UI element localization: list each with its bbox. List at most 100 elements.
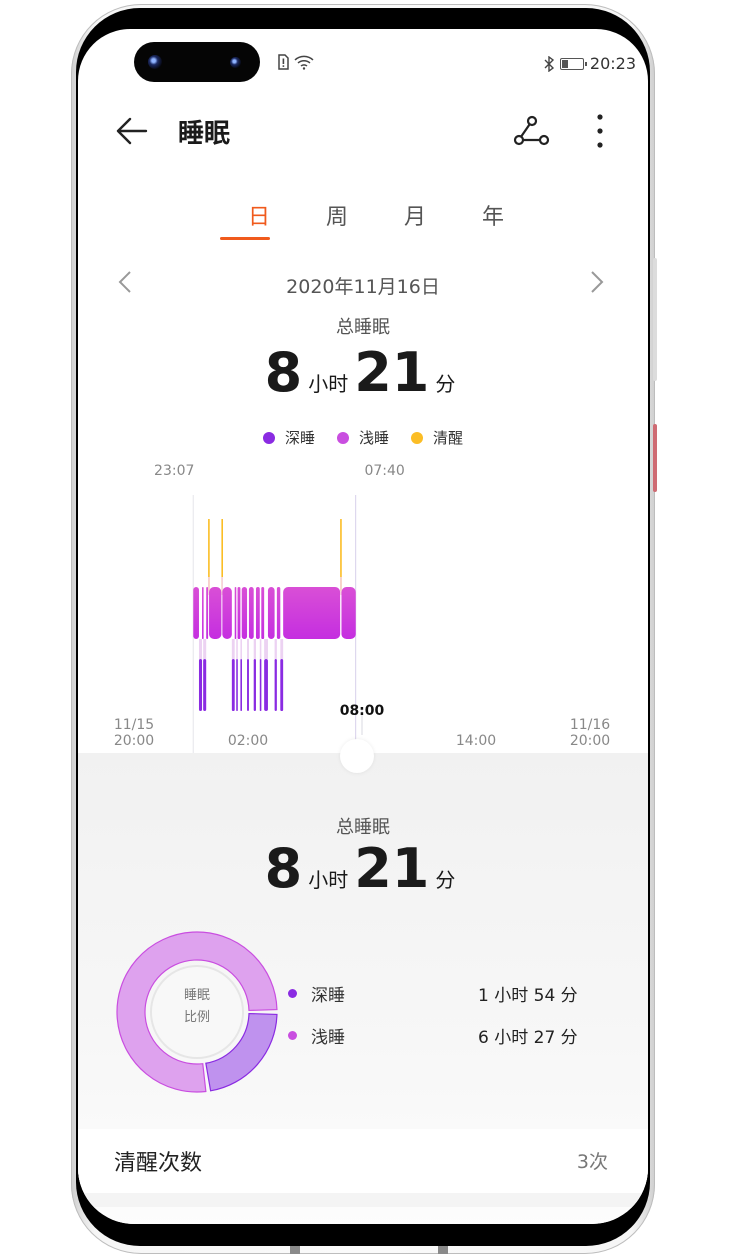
deep-sleep-segment (236, 659, 238, 711)
details-total-label: 总睡眠 (336, 817, 390, 838)
light-sleep-segment (255, 587, 260, 639)
light-sleep-segment (193, 587, 199, 639)
tab-day[interactable]: 日 (220, 199, 298, 240)
legend-awake: 清醒 (411, 427, 463, 448)
chart-legend: 深睡 浅睡 清醒 (78, 427, 648, 448)
deep-sleep-segment (264, 659, 268, 711)
next-date-button[interactable] (588, 269, 606, 302)
hours-unit: 小时 (308, 868, 349, 892)
legend-light: 浅睡 (336, 427, 389, 448)
donut-center-line: 比例 (183, 1010, 210, 1025)
tab-year[interactable]: 年 (454, 199, 532, 231)
ratio-light-value: 6 小时 27 分 (478, 1028, 578, 1048)
light-sleep-segment (283, 587, 341, 639)
legend-dot (411, 431, 423, 444)
deep-sleep-segment (253, 659, 256, 711)
light-sleep-segment (248, 587, 254, 639)
donut-center-line: 睡眠 (183, 988, 210, 1003)
x-tick-label: 14:00 (455, 733, 497, 749)
date-label: 2020年11月16日 (286, 276, 440, 298)
total-sleep-value: 8 小时 21 分 (78, 341, 648, 404)
hours-value: 8 (264, 837, 303, 900)
x-tick-label: 11/16 20:00 (569, 717, 611, 749)
light-sleep-segment (276, 587, 281, 639)
light-sleep-segment (237, 587, 241, 639)
legend-label: 清醒 (433, 429, 464, 447)
deep-transition (236, 639, 238, 659)
ratio-label: 浅睡 (311, 1028, 345, 1048)
light-sleep-segment (267, 587, 275, 639)
light-sleep-segment (241, 587, 248, 639)
deep-transition (203, 639, 207, 659)
ratio-dot (288, 1031, 297, 1040)
wifi-icon (294, 55, 314, 70)
x-tick-label: 11/15 20:00 (113, 717, 155, 749)
minutes-value: 21 (354, 837, 430, 900)
hours-value: 8 (264, 341, 303, 404)
awake-count-value: 3次 (576, 1151, 608, 1173)
camera-lens (230, 57, 241, 68)
minutes-unit: 分 (435, 372, 456, 396)
minutes-unit: 分 (435, 868, 456, 892)
frame-notch (438, 1246, 448, 1254)
tab-month[interactable]: 月 (376, 199, 454, 231)
deep-transition (280, 639, 284, 659)
deep-transition (198, 639, 203, 659)
arrow-left-icon (116, 117, 148, 145)
time-slider-handle[interactable] (340, 739, 374, 773)
sim-alert-icon (278, 54, 289, 70)
status-left (277, 54, 315, 70)
sleep-end-label: 07:40 (364, 463, 405, 479)
ratio-dot (288, 989, 297, 998)
legend-dot (336, 431, 349, 444)
deep-sleep-segment (247, 659, 249, 711)
deep-transition (264, 639, 268, 659)
front-camera (134, 42, 260, 82)
light-sleep-segment (209, 587, 222, 639)
light-sleep-segment (202, 587, 204, 639)
light-sleep-segment (234, 587, 237, 639)
tab-week[interactable]: 周 (298, 199, 376, 231)
page-title: 睡眠 (178, 119, 231, 149)
light-sleep-segment (341, 587, 356, 639)
deep-transition (274, 639, 277, 659)
ratio-light: 浅睡 (288, 1023, 345, 1048)
deep-transition (231, 639, 235, 659)
legend-label: 深睡 (284, 429, 315, 447)
share-button[interactable] (512, 113, 552, 149)
legend-dot (262, 431, 275, 444)
deep-sleep-segment (198, 659, 203, 711)
x-tick-label: 02:00 (227, 733, 269, 749)
light-sleep-segment (261, 587, 265, 639)
deep-sleep-segment (240, 659, 242, 711)
ratio-deep-value: 1 小时 54 分 (478, 986, 578, 1006)
status-right: 20:23 (544, 54, 636, 73)
back-button[interactable] (114, 113, 150, 149)
chevron-right-icon (591, 271, 604, 293)
legend-label: 浅睡 (358, 429, 389, 447)
awake-count-row[interactable]: 清醒次数 3次 (78, 1129, 648, 1193)
status-time: 20:23 (589, 54, 636, 73)
hours-unit: 小时 (308, 372, 349, 396)
ratio-label: 深睡 (311, 986, 345, 1006)
x-tick-label: 08:00 (339, 703, 385, 719)
next-card-edge (78, 1193, 648, 1207)
awake-count-label: 清醒次数 (114, 1151, 203, 1176)
period-tabs: 日 周 月 年 (220, 199, 532, 240)
volume-button (653, 258, 657, 381)
deep-transition (240, 639, 242, 659)
deep-sleep-segment (231, 659, 235, 711)
battery-icon (559, 57, 587, 70)
camera-lens (148, 55, 162, 69)
battery-level (561, 59, 568, 68)
more-options-button[interactable] (586, 111, 614, 151)
share-icon (513, 115, 550, 146)
power-button (653, 424, 657, 492)
deep-sleep-segment (203, 659, 207, 711)
more-vertical-icon (597, 114, 603, 148)
light-sleep-segment (206, 587, 209, 639)
deep-transition (259, 639, 262, 659)
donut-center-label: 睡眠 比例 (150, 985, 244, 1029)
deep-sleep-segment (274, 659, 277, 711)
legend-deep: 深睡 (262, 427, 315, 448)
